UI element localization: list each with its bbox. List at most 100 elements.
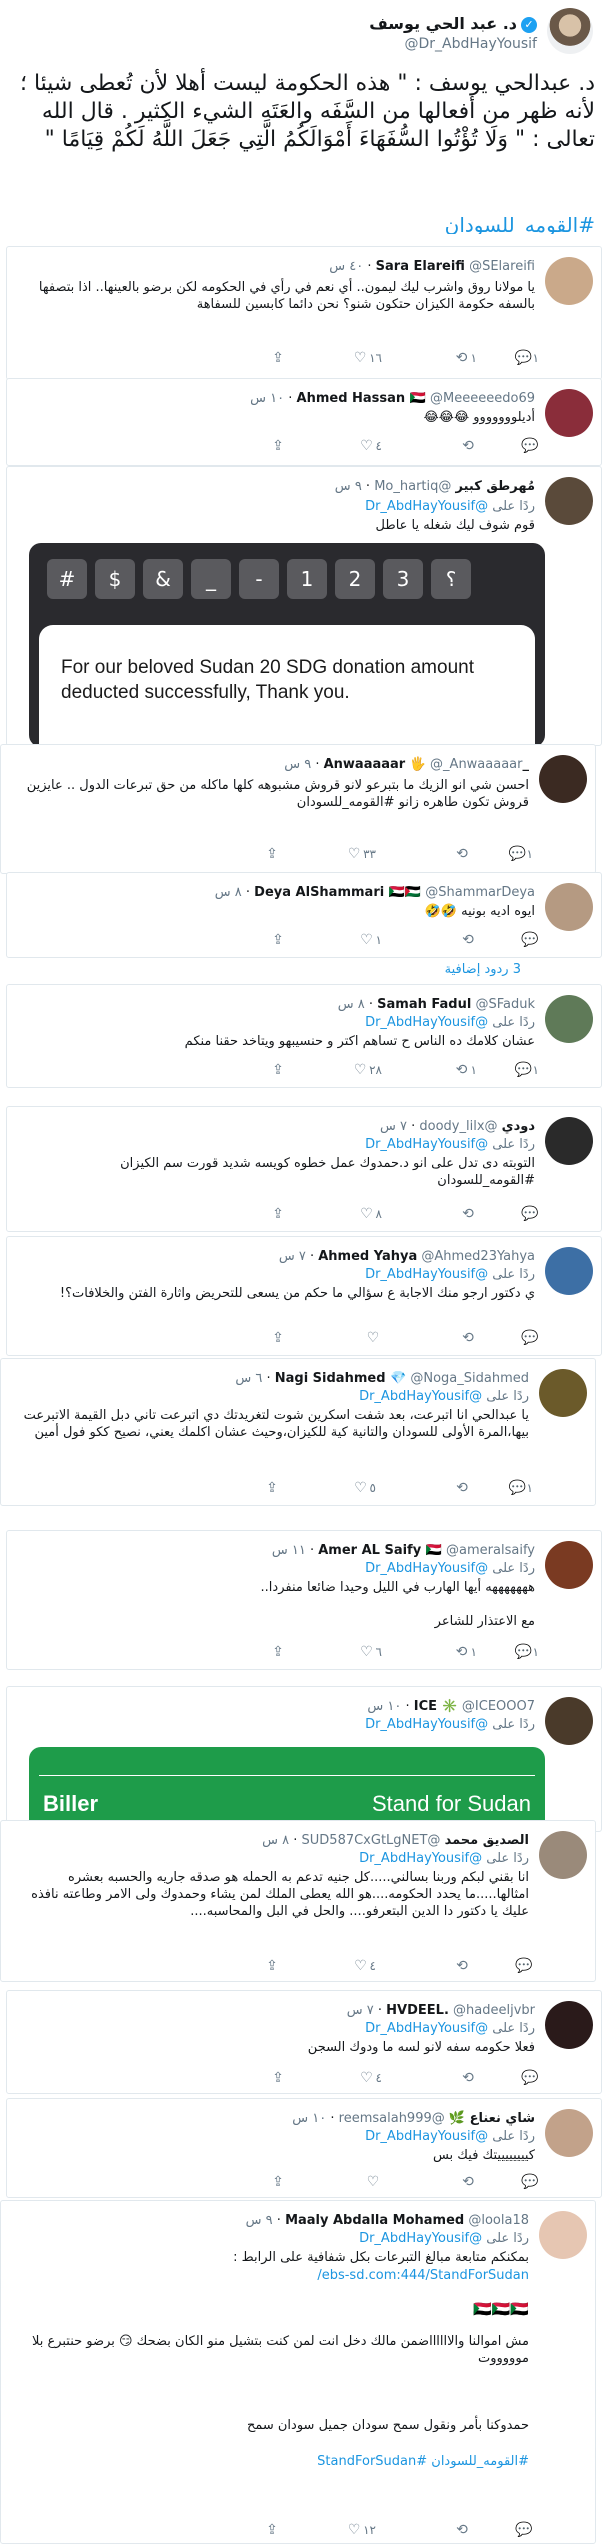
avatar[interactable] [545, 2109, 593, 2157]
reply-card[interactable]: دودي @doody_lilx · ٧ س ردًا على @Dr_AbdH… [6, 1106, 602, 1232]
avatar[interactable] [545, 2001, 593, 2049]
reply-button[interactable]: 💬١ [477, 1644, 539, 1660]
retweet-icon: ⟲ [462, 438, 474, 454]
retweet-button[interactable]: ⟲ [382, 1206, 477, 1222]
retweet-button[interactable]: ⟲ ١ [382, 1062, 477, 1078]
like-button[interactable]: ♡ ٨ [287, 1206, 382, 1222]
share-button[interactable]: ⇪ [186, 2522, 281, 2538]
retweet-button[interactable]: ⟲ ١ [382, 350, 477, 366]
reply-text: ايوه اديه بونيه 🤣🤣 [424, 904, 535, 919]
avatar[interactable] [545, 995, 593, 1043]
avatar[interactable] [539, 755, 587, 803]
avatar[interactable] [545, 1117, 593, 1165]
retweet-button[interactable]: ⟲ [382, 2174, 477, 2190]
retweet-icon: ⟲ [456, 1958, 468, 1974]
share-button[interactable]: ⇪ [192, 2174, 287, 2190]
like-button[interactable]: ♡ ٤ [287, 2070, 382, 2086]
like-button[interactable]: ♡ [287, 1330, 382, 1346]
share-icon: ⇪ [272, 1330, 284, 1346]
reply-card[interactable]: ICE ✳️ @ICEOOO7 · ١٠ س ردًا على @Dr_AbdH… [6, 1686, 602, 1833]
confirmation-text: For our beloved Sudan 20 SDG donation am… [61, 657, 474, 703]
reply-button[interactable]: 💬١ [471, 1480, 533, 1496]
retweet-button[interactable]: ⟲ [382, 932, 477, 948]
avatar[interactable] [545, 257, 593, 305]
share-button[interactable]: ⇪ [192, 1206, 287, 1222]
share-button[interactable]: ⇪ [186, 846, 281, 862]
retweet-button[interactable]: ⟲ [382, 2070, 477, 2086]
retweet-button[interactable]: ⟲ [376, 846, 471, 862]
avatar[interactable] [545, 1247, 593, 1295]
share-button[interactable]: ⇪ [192, 1330, 287, 1346]
share-button[interactable]: ⇪ [192, 1062, 287, 1078]
reply-button[interactable]: 💬 [477, 1330, 539, 1346]
avatar[interactable] [545, 477, 593, 525]
reply-card[interactable]: شاي نعناع 🌿 @reemsalah999 · ١٠ س ردًا عل… [6, 2098, 602, 2198]
avatar[interactable] [545, 389, 593, 437]
like-button[interactable]: ♡ ٢٨ [287, 1062, 382, 1078]
like-button[interactable]: ♡ ٤ [287, 438, 382, 454]
reply-card[interactable]: Ahmed Hassan 🇸🇩 @Meeeeeedo69 · ١٠ س أديل… [6, 378, 602, 466]
avatar[interactable] [539, 1369, 587, 1417]
reply-button[interactable]: 💬 [477, 438, 539, 454]
like-button[interactable]: ♡ [287, 2174, 382, 2190]
action-bar: 💬 ⟲ ♡ ١٢⇪ [186, 2519, 533, 2538]
reply-button[interactable]: 💬 [477, 1206, 539, 1222]
avatar[interactable] [539, 1831, 587, 1879]
reply-button[interactable]: 💬 [477, 932, 539, 948]
reply-card[interactable]: Nagi Sidahmed 💎 @Noga_Sidahmed · ٦ س ردً… [0, 1358, 596, 1506]
share-button[interactable]: ⇪ [192, 438, 287, 454]
retweet-button[interactable]: ⟲ [376, 1958, 471, 1974]
retweet-button[interactable]: ⟲ ١ [382, 1644, 477, 1660]
avatar[interactable] [545, 1541, 593, 1589]
author-name[interactable]: ✓د. عبد الحي يوسف [369, 14, 537, 33]
like-button[interactable]: ♡ ٤ [281, 1958, 376, 1974]
share-button[interactable]: ⇪ [192, 350, 287, 366]
reply-card[interactable]: Sara Elareifi @SElareifi · ٤٠ س يا مولان… [6, 246, 602, 380]
main-tweet-hashtag[interactable]: #القومه_للسودان [445, 208, 595, 234]
media-image[interactable]: # $ & _ -1 2 3 ؟ For our beloved Sudan 20 SDG d… [29, 543, 545, 747]
author-avatar[interactable] [547, 8, 593, 54]
retweet-button[interactable]: ⟲ [376, 1480, 471, 1496]
retweet-button[interactable]: ⟲ [382, 1330, 477, 1346]
reply-card[interactable]: _Anwaaaaar 🖐 @_Anwaaaaar · ٩ س احسن شي ا… [0, 744, 596, 874]
like-button[interactable]: ♡ ٥ [281, 1480, 376, 1496]
reply-card[interactable]: مُهرطق كبير @Mo_hartiq · ٩ س ردًا على @D… [6, 466, 602, 747]
reply-button[interactable]: 💬 [471, 2522, 533, 2538]
reply-card[interactable]: Amer AL Saify 🇸🇩 @ameralsaify · ١١ س ردً… [6, 1530, 602, 1670]
retweet-button[interactable]: ⟲ [376, 2522, 471, 2538]
retweet-button[interactable]: ⟲ [382, 438, 477, 454]
reply-card[interactable]: Ahmed Yahya @Ahmed23Yahya · ٧ س ردًا على… [6, 1236, 602, 1356]
more-replies-link[interactable]: 3 ردود إضافية [445, 962, 521, 977]
share-button[interactable]: ⇪ [192, 2070, 287, 2086]
share-button[interactable]: ⇪ [186, 1958, 281, 1974]
like-button[interactable]: ♡ ١ [287, 932, 382, 948]
reply-hashtags: #القومه_للسودان #StandForSudan [317, 2454, 529, 2469]
share-button[interactable]: ⇪ [192, 932, 287, 948]
reply-card[interactable]: Maaly Abdalla Mohamed @loola18 · ٩ س ردً… [0, 2200, 596, 2544]
share-button[interactable]: ⇪ [186, 1480, 281, 1496]
reply-card[interactable]: HVDEEL. @hadeeljvbr · ٧ س ردًا على @Dr_A… [6, 1990, 602, 2094]
like-button[interactable]: ♡ ١٢ [281, 2522, 376, 2538]
avatar[interactable] [545, 883, 593, 931]
reply-button[interactable]: 💬 [471, 1958, 533, 1974]
avatar[interactable] [539, 2211, 587, 2259]
replying-to: ردًا على @Dr_AbdHayYousif [365, 1015, 535, 1030]
heart-icon: ♡ [347, 846, 361, 862]
like-button[interactable]: ♡ ٦ [287, 1644, 382, 1660]
avatar[interactable] [545, 1697, 593, 1745]
reply-button[interactable]: 💬 [477, 2070, 539, 2086]
reply-button[interactable]: 💬 [477, 2174, 539, 2190]
like-button[interactable]: ♡ ٣٣ [281, 846, 376, 862]
main-tweet-text: د. عبدالحي يوسف : " هذه الحكومة ليست أهل… [19, 71, 595, 152]
reply-button[interactable]: 💬١ [471, 846, 533, 862]
reply-card[interactable]: Samah Fadul @SFaduk · ٨ س ردًا على @Dr_A… [6, 984, 602, 1088]
reply-card[interactable]: Deya AlShammari 🇸🇩🇵🇸 @ShammarDeya · ٨ س … [6, 872, 602, 958]
share-button[interactable]: ⇪ [192, 1644, 287, 1660]
reply-button[interactable]: 💬١ [477, 350, 539, 366]
like-button[interactable]: ♡ ١٦ [287, 350, 382, 366]
heart-icon: ♡ [354, 1480, 367, 1496]
reply-card[interactable]: الصديق محمد @SUD587CxGtLgNET · ٨ س ردًا … [0, 1820, 596, 1982]
action-bar: 💬١⟲ ١♡ ٢٨⇪ [192, 1059, 539, 1078]
reply-button[interactable]: 💬١ [477, 1062, 539, 1078]
author-handle[interactable]: @Dr_AbdHayYousif [404, 36, 537, 52]
